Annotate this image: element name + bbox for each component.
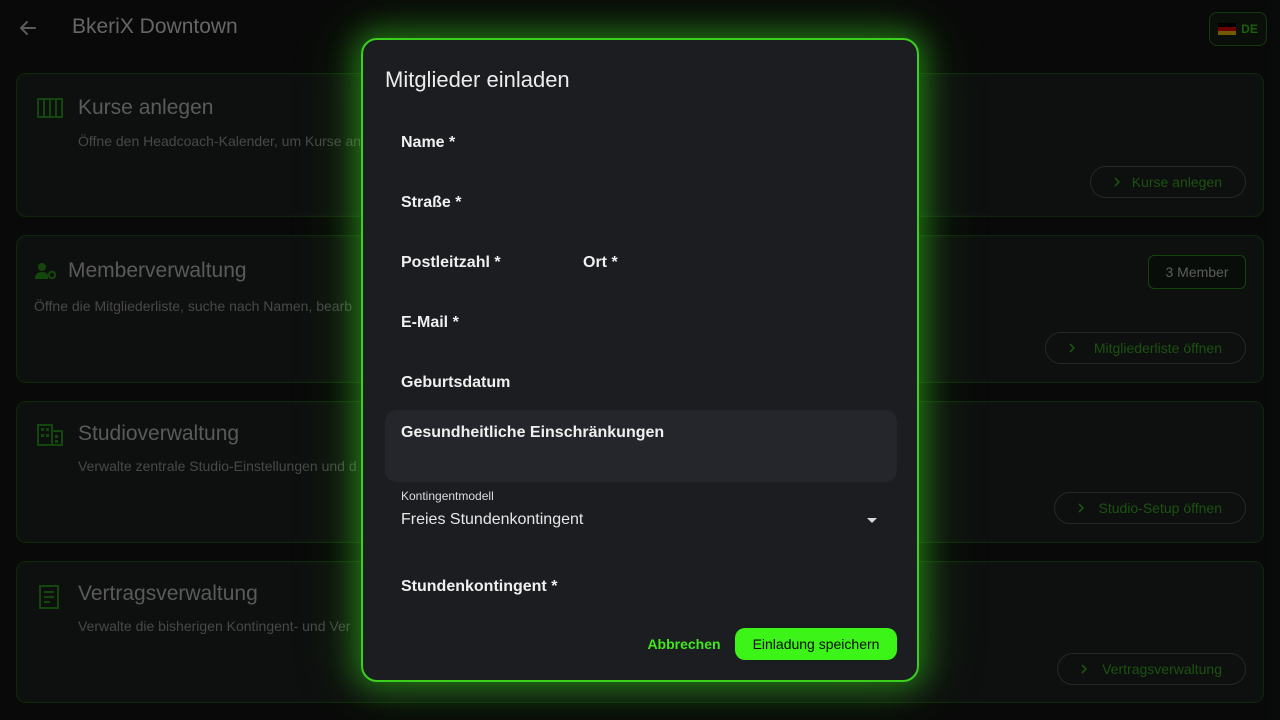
quota-model-label: Kontingentmodell (401, 489, 494, 503)
hours-quota-label: Stundenkontingent * (401, 578, 558, 595)
save-invitation-button[interactable]: Einladung speichern (735, 628, 897, 660)
health-restrictions-field[interactable]: Gesundheitliche Einschränkungen (385, 410, 897, 482)
birthdate-label: Geburtsdatum (401, 374, 511, 391)
street-label: Straße * (401, 194, 462, 211)
birthdate-field[interactable]: Geburtsdatum (385, 362, 897, 402)
name-field[interactable]: Name * (385, 122, 897, 162)
quota-model-select[interactable]: Kontingentmodell Freies Stundenkontingen… (385, 484, 897, 544)
name-label: Name * (401, 134, 456, 151)
health-restrictions-label: Gesundheitliche Einschränkungen (401, 424, 665, 441)
dropdown-arrow-icon (867, 518, 877, 523)
email-label: E-Mail * (401, 314, 459, 331)
zip-label: Postleitzahl * (401, 254, 501, 271)
quota-model-value: Freies Stundenkontingent (401, 511, 584, 528)
invite-members-dialog: Mitglieder einladen Name * Straße * Post… (361, 38, 919, 682)
dialog-title: Mitglieder einladen (385, 67, 570, 92)
email-field[interactable]: E-Mail * (385, 302, 897, 342)
city-label: Ort * (583, 254, 618, 271)
zip-field[interactable]: Postleitzahl * (385, 242, 555, 282)
hours-quota-field[interactable]: Stundenkontingent * (385, 566, 897, 606)
street-field[interactable]: Straße * (385, 182, 897, 222)
city-field[interactable]: Ort * (567, 242, 897, 282)
cancel-button[interactable]: Abbrechen (639, 628, 729, 660)
